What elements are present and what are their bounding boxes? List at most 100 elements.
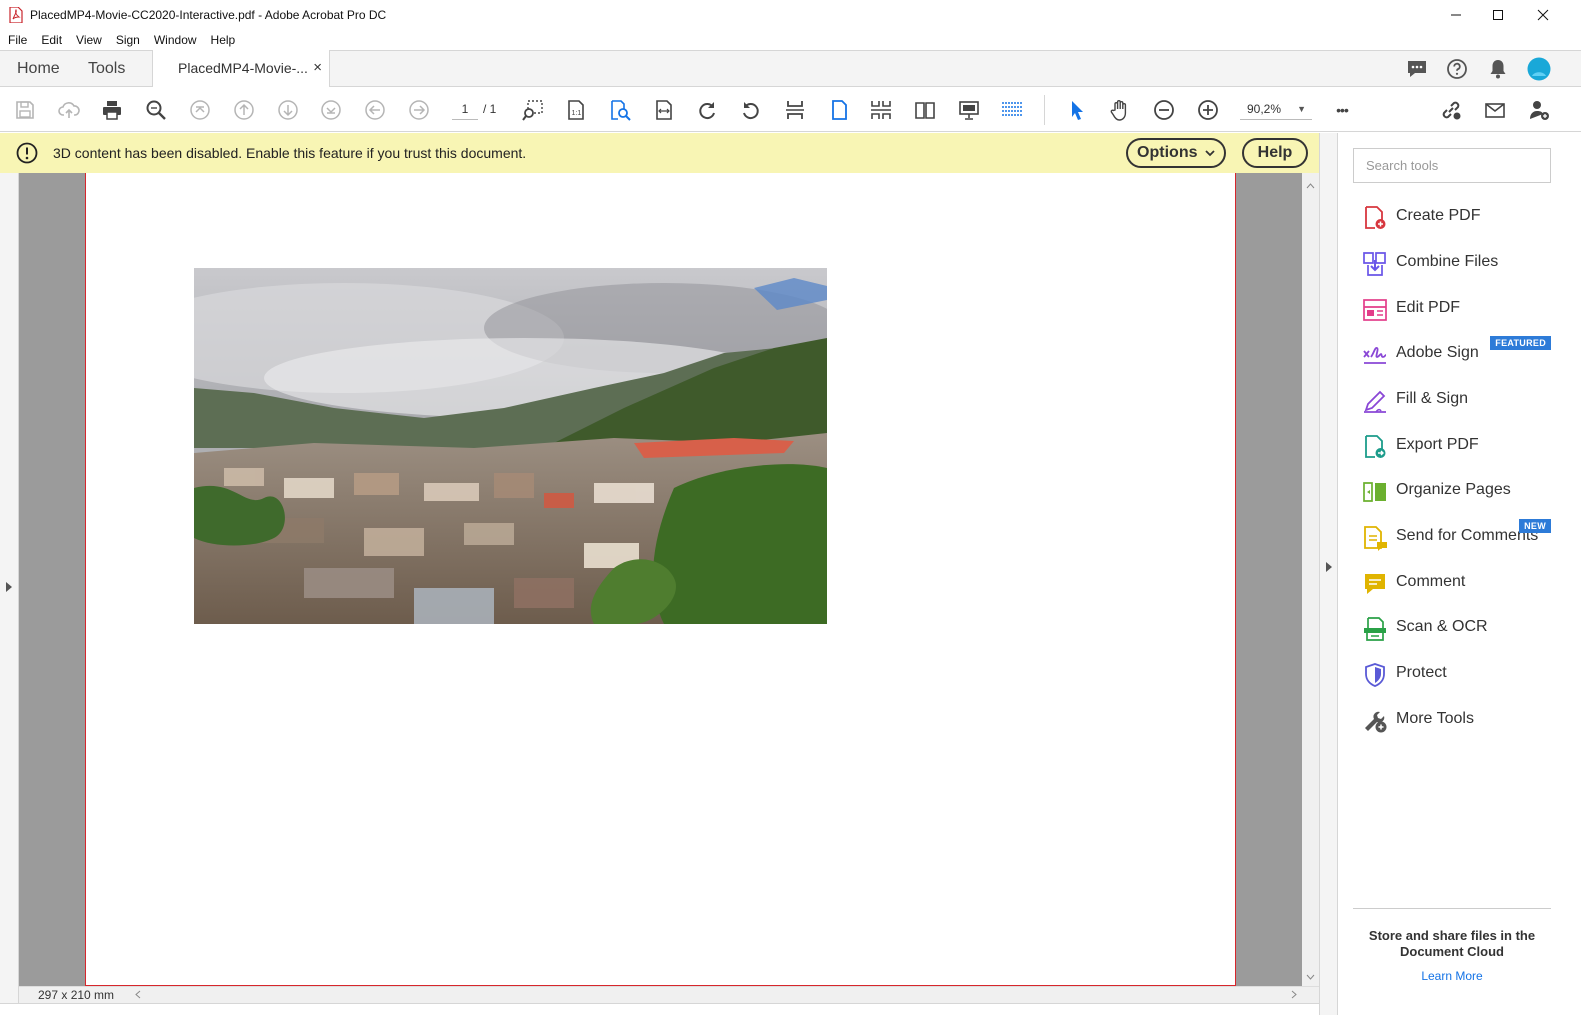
scroll-left-icon[interactable] [135, 990, 141, 999]
tool-label: Export PDF [1396, 436, 1479, 453]
pdf-page [85, 173, 1236, 986]
main-toolbar: 1 / 1 1:1 90,2% ▼ ••• [0, 87, 1581, 132]
zoom-to-page-icon[interactable] [607, 97, 633, 123]
previous-page-icon[interactable] [231, 97, 257, 123]
tab-bar: Home Tools PlacedMP4-Movie-... × [0, 50, 1581, 88]
menu-bar: File Edit View Sign Window Help [0, 29, 1581, 50]
edit-pdf-icon [1363, 299, 1387, 321]
export-pdf-icon [1365, 435, 1386, 458]
page-number-input[interactable]: 1 [452, 98, 478, 120]
presentation-mode-icon[interactable] [956, 97, 982, 123]
two-page-view-icon[interactable] [912, 97, 938, 123]
last-page-icon[interactable] [318, 97, 344, 123]
zoom-out-icon[interactable] [1151, 97, 1177, 123]
two-page-scrolling-icon[interactable] [868, 97, 894, 123]
share-link-icon[interactable] [1438, 97, 1464, 123]
minimize-icon [1451, 14, 1461, 15]
close-window-button[interactable] [1520, 0, 1566, 29]
rotate-clockwise-icon[interactable] [694, 97, 720, 123]
email-icon[interactable] [1482, 97, 1508, 123]
first-page-icon[interactable] [187, 97, 213, 123]
zoom-in-icon[interactable] [1195, 97, 1221, 123]
marquee-zoom-icon[interactable] [520, 97, 546, 123]
tools-pane-toggle[interactable] [1319, 133, 1338, 1015]
more-options-icon[interactable]: ••• [1329, 97, 1355, 123]
learn-more-link[interactable]: Learn More [1353, 969, 1551, 983]
minimize-button[interactable] [1433, 0, 1479, 29]
fit-width-icon[interactable] [651, 97, 677, 123]
notifications-bell-icon[interactable] [1485, 56, 1511, 82]
left-panel-toggle[interactable] [0, 173, 19, 1015]
menu-sign[interactable]: Sign [116, 33, 140, 47]
tool-edit-pdf[interactable]: Edit PDF [1338, 289, 1581, 329]
menu-edit[interactable]: Edit [41, 33, 62, 47]
fill-sign-icon [1364, 390, 1386, 413]
tool-label: Organize Pages [1396, 481, 1511, 498]
tool-organize-pages[interactable]: Organize Pages [1338, 471, 1581, 511]
hand-tool-icon[interactable] [1107, 97, 1133, 123]
warning-icon [16, 142, 38, 164]
maximize-button[interactable] [1475, 0, 1521, 29]
security-warning-banner: 3D content has been disabled. Enable thi… [0, 133, 1319, 173]
next-page-icon[interactable] [275, 97, 301, 123]
help-icon[interactable] [1444, 56, 1470, 82]
tool-comment[interactable]: Comment [1338, 563, 1581, 603]
tool-create-pdf[interactable]: Create PDF [1338, 197, 1581, 237]
menu-help[interactable]: Help [211, 33, 236, 47]
page-size-label: 297 x 210 mm [38, 988, 115, 1002]
tool-more-tools[interactable]: More Tools [1338, 700, 1581, 740]
send-for-comments-icon [1364, 526, 1387, 551]
tab-document[interactable]: PlacedMP4-Movie-... × [152, 50, 330, 88]
options-button[interactable]: Options [1126, 138, 1226, 168]
scrolling-mode-icon[interactable] [782, 97, 808, 123]
find-search-icon[interactable] [143, 97, 169, 123]
print-icon[interactable] [99, 97, 125, 123]
tab-document-label: PlacedMP4-Movie-... [178, 60, 308, 76]
help-button[interactable]: Help [1242, 138, 1308, 168]
menu-file[interactable]: File [8, 33, 27, 47]
scroll-up-icon[interactable] [1306, 183, 1315, 189]
add-user-icon[interactable] [1526, 97, 1552, 123]
tool-label: Comment [1396, 573, 1466, 590]
comment-bubble-icon[interactable] [1404, 56, 1430, 82]
page-total-label: / 1 [483, 102, 497, 116]
back-view-icon[interactable] [362, 97, 388, 123]
horizontal-scrollbar[interactable] [19, 986, 1319, 1003]
upload-cloud-icon[interactable] [56, 97, 82, 123]
single-page-view-icon[interactable] [826, 97, 852, 123]
tool-adobe-sign[interactable]: Adobe Sign FEATURED [1338, 334, 1581, 374]
tool-send-for-comments[interactable]: Send for Comments NEW [1338, 517, 1581, 557]
comment-icon [1365, 574, 1385, 594]
tool-label: Create PDF [1396, 207, 1481, 224]
vertical-scrollbar[interactable] [1302, 173, 1319, 986]
window-title: PlacedMP4-Movie-CC2020-Interactive.pdf -… [30, 7, 387, 22]
tool-export-pdf[interactable]: Export PDF [1338, 426, 1581, 466]
scroll-down-icon[interactable] [1306, 974, 1315, 980]
tool-combine-files[interactable]: Combine Files [1338, 243, 1581, 283]
more-tools-icon [1365, 711, 1387, 733]
rotate-counterclockwise-icon[interactable] [738, 97, 764, 123]
select-cursor-icon[interactable] [1064, 97, 1090, 123]
menu-window[interactable]: Window [154, 33, 197, 47]
chevron-right-icon [6, 582, 12, 592]
tab-home[interactable]: Home [17, 51, 60, 87]
actual-size-icon[interactable]: 1:1 [563, 97, 589, 123]
maximize-icon [1493, 9, 1503, 20]
acrobat-document-icon [9, 6, 23, 23]
save-icon[interactable] [12, 97, 38, 123]
menu-view[interactable]: View [76, 33, 102, 47]
tool-label: Combine Files [1396, 253, 1499, 270]
tab-tools[interactable]: Tools [88, 51, 125, 87]
scroll-right-icon[interactable] [1291, 990, 1297, 999]
document-cloud-promo: Store and share files in the Document Cl… [1368, 928, 1536, 959]
tool-scan-ocr[interactable]: Scan & OCR [1338, 608, 1581, 648]
tool-protect[interactable]: Protect [1338, 654, 1581, 694]
zoom-level-select[interactable]: 90,2% ▼ [1240, 98, 1312, 120]
movie-poster-image[interactable] [194, 268, 827, 624]
tool-fill-sign[interactable]: Fill & Sign [1338, 380, 1581, 420]
forward-view-icon[interactable] [406, 97, 432, 123]
reading-mode-icon[interactable] [999, 97, 1025, 123]
user-avatar-icon[interactable] [1526, 56, 1552, 82]
search-tools-input[interactable]: Search tools [1353, 148, 1551, 183]
close-tab-icon[interactable]: × [313, 50, 322, 86]
